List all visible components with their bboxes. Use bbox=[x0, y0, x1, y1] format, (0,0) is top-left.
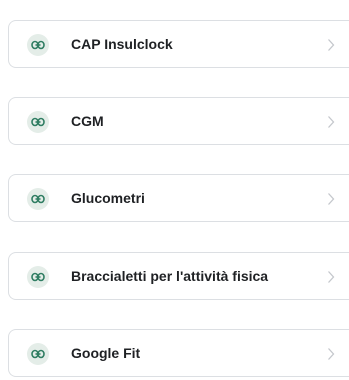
link-icon bbox=[27, 111, 49, 133]
link-icon bbox=[27, 343, 49, 365]
device-item-label: Google Fit bbox=[71, 345, 141, 361]
device-item-glucometri[interactable]: Glucometri bbox=[8, 174, 349, 222]
device-item-cgm[interactable]: CGM bbox=[8, 97, 349, 145]
link-icon bbox=[27, 266, 49, 288]
chevron-right-icon bbox=[327, 192, 335, 206]
device-item-label: CGM bbox=[71, 113, 104, 129]
device-item-label: Braccialetti per l'attività fisica bbox=[71, 268, 269, 284]
device-item-label: CAP Insulclock bbox=[71, 36, 173, 52]
chevron-right-icon bbox=[327, 38, 335, 52]
device-item-cap-insulclock[interactable]: CAP Insulclock bbox=[8, 20, 349, 68]
link-icon bbox=[27, 188, 49, 210]
device-item-google-fit[interactable]: Google Fit bbox=[8, 329, 349, 377]
device-item-fitness-bracelets[interactable]: Braccialetti per l'attività fisica bbox=[8, 252, 349, 300]
device-list: CAP Insulclock CGM Glucometri Braccialet… bbox=[0, 0, 349, 380]
chevron-right-icon bbox=[327, 347, 335, 361]
chevron-right-icon bbox=[327, 270, 335, 284]
chevron-right-icon bbox=[327, 115, 335, 129]
link-icon bbox=[27, 34, 49, 56]
device-item-label: Glucometri bbox=[71, 190, 145, 206]
